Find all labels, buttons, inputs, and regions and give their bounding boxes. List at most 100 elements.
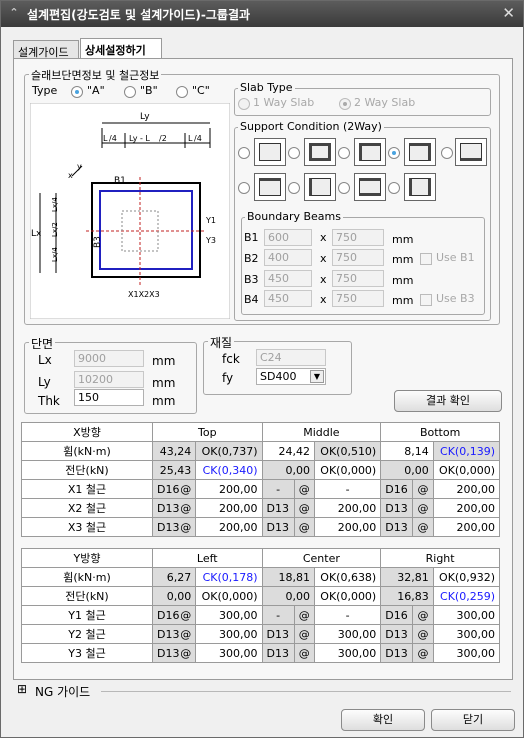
table-cell: @: [412, 498, 434, 518]
support-radio-7[interactable]: [288, 182, 300, 194]
table-cell: D13: [380, 498, 414, 518]
table-cell: D13: [261, 643, 295, 663]
y3-rebar-label: Y3 철근: [21, 643, 153, 663]
two-way-slab-radio[interactable]: [339, 98, 351, 110]
support-radio-9[interactable]: [388, 182, 400, 194]
table-cell: @: [412, 517, 434, 537]
type-c-radio[interactable]: [176, 86, 188, 98]
table-cell: 300,00: [432, 643, 501, 663]
table-cell: CK(0,178): [195, 567, 263, 587]
type-b-radio[interactable]: [124, 86, 136, 98]
b1-unit: mm: [392, 233, 414, 246]
table-cell: D16: [380, 605, 414, 625]
table-cell: 200,00: [195, 479, 263, 499]
b3-height-input[interactable]: 750: [332, 270, 384, 287]
x-col-top: Top: [152, 422, 263, 442]
close-button[interactable]: 닫기: [431, 709, 515, 731]
at-sign: @: [180, 482, 192, 496]
support-option-3[interactable]: [354, 138, 386, 166]
table-cell: -: [261, 605, 295, 625]
table-cell: -: [313, 479, 382, 499]
bar-size: D13: [157, 520, 180, 534]
support-option-2[interactable]: [304, 138, 336, 166]
b4-width-input[interactable]: 450: [264, 290, 312, 307]
support-option-4[interactable]: [404, 138, 436, 166]
thk-input[interactable]: 150: [74, 389, 144, 406]
b2-width-input[interactable]: 400: [264, 249, 312, 266]
bar-size: D16: [157, 608, 180, 622]
tab-design-guide[interactable]: 설계가이드: [13, 40, 79, 60]
fy-value: SD400: [260, 370, 297, 383]
b4-label: B4: [244, 293, 259, 306]
table-cell: 300,00: [313, 643, 382, 663]
support-radio-6[interactable]: [238, 182, 250, 194]
support-radio-8[interactable]: [338, 182, 350, 194]
table-cell: OK(0,000): [313, 460, 382, 480]
support-option-5[interactable]: [455, 138, 487, 166]
tab-detail-settings[interactable]: 상세설정하기: [80, 38, 162, 60]
support-radio-4[interactable]: [388, 147, 400, 159]
ng-guide-label[interactable]: NG 가이드: [35, 683, 90, 700]
svg-text:L: L: [188, 134, 193, 143]
table-cell: D13: [380, 517, 414, 537]
support-radio-1[interactable]: [238, 147, 250, 159]
ng-guide-expander-icon[interactable]: ⊞: [17, 682, 27, 696]
times-sign: x: [320, 252, 327, 265]
confirm-result-button[interactable]: 결과 확인: [394, 390, 502, 412]
times-sign: x: [320, 273, 327, 286]
table-cell: 200,00: [313, 517, 382, 537]
ok-button[interactable]: 확인: [341, 709, 425, 731]
type-a-radio[interactable]: [71, 86, 83, 98]
b4-height-input[interactable]: 750: [332, 290, 384, 307]
x-col-bottom: Bottom: [380, 422, 500, 442]
b2-label: B2: [244, 252, 259, 265]
slab-diagram: Ly L /4 Ly - L /2 L /4 x y Lx Lx/4 Lx/2 …: [30, 103, 230, 319]
table-cell: 0,00: [261, 586, 316, 606]
fy-select[interactable]: SD400 ▼: [256, 368, 326, 385]
table-cell: D16 @: [151, 479, 197, 499]
bar-size: D13: [157, 501, 180, 515]
table-cell: D13: [380, 624, 414, 644]
table-cell: -: [261, 479, 295, 499]
fck-input[interactable]: C24: [256, 349, 326, 366]
thk-unit: mm: [152, 394, 176, 408]
svg-text:Y1: Y1: [205, 216, 216, 225]
support-radio-2[interactable]: [288, 147, 300, 159]
lx-input[interactable]: 9000: [74, 350, 144, 367]
table-cell: CK(0,259): [432, 586, 501, 606]
support-option-9[interactable]: [404, 173, 436, 201]
support-option-7[interactable]: [304, 173, 336, 201]
b3-width-input[interactable]: 450: [264, 270, 312, 287]
lx-label: Lx: [38, 353, 52, 367]
ly-input[interactable]: 10200: [74, 371, 144, 388]
table-cell: 300,00: [432, 624, 501, 644]
support-radio-5[interactable]: [441, 147, 453, 159]
slab-type-legend: Slab Type: [238, 81, 295, 94]
support-option-8[interactable]: [354, 173, 386, 201]
b1-height-input[interactable]: 750: [332, 229, 384, 246]
x-direction-table: X방향 Top Middle Bottom 휨(kN·m) 43,24 OK(0…: [21, 422, 501, 537]
table-cell: @: [293, 517, 316, 537]
use-b3-checkbox[interactable]: [420, 294, 432, 306]
table-cell: D13: [261, 498, 295, 518]
title-bar[interactable]: ⌃ 설계편집(강도검토 및 설계가이드)-그룹결과 ✕: [1, 1, 523, 27]
table-cell: OK(0,737): [195, 441, 263, 461]
table-cell: @: [293, 605, 316, 625]
b2-height-input[interactable]: 750: [332, 249, 384, 266]
close-icon[interactable]: ✕: [502, 4, 515, 22]
one-way-slab-radio[interactable]: [238, 98, 250, 110]
support-option-6[interactable]: [254, 173, 286, 201]
type-label: Type: [32, 84, 58, 97]
table-cell: 200,00: [432, 498, 501, 518]
support-option-1[interactable]: [254, 138, 286, 166]
fy-label: fy: [222, 371, 234, 385]
use-b1-checkbox[interactable]: [420, 253, 432, 265]
svg-text:Lx/2: Lx/2: [51, 222, 59, 237]
support-radio-3[interactable]: [338, 147, 350, 159]
collapse-chevron-icon[interactable]: ⌃: [7, 6, 21, 20]
svg-text:L: L: [103, 134, 108, 143]
table-cell: 18,81: [261, 567, 316, 587]
dropdown-arrow-icon[interactable]: ▼: [310, 370, 324, 383]
use-b3-label: Use B3: [436, 292, 475, 305]
b1-width-input[interactable]: 600: [264, 229, 312, 246]
